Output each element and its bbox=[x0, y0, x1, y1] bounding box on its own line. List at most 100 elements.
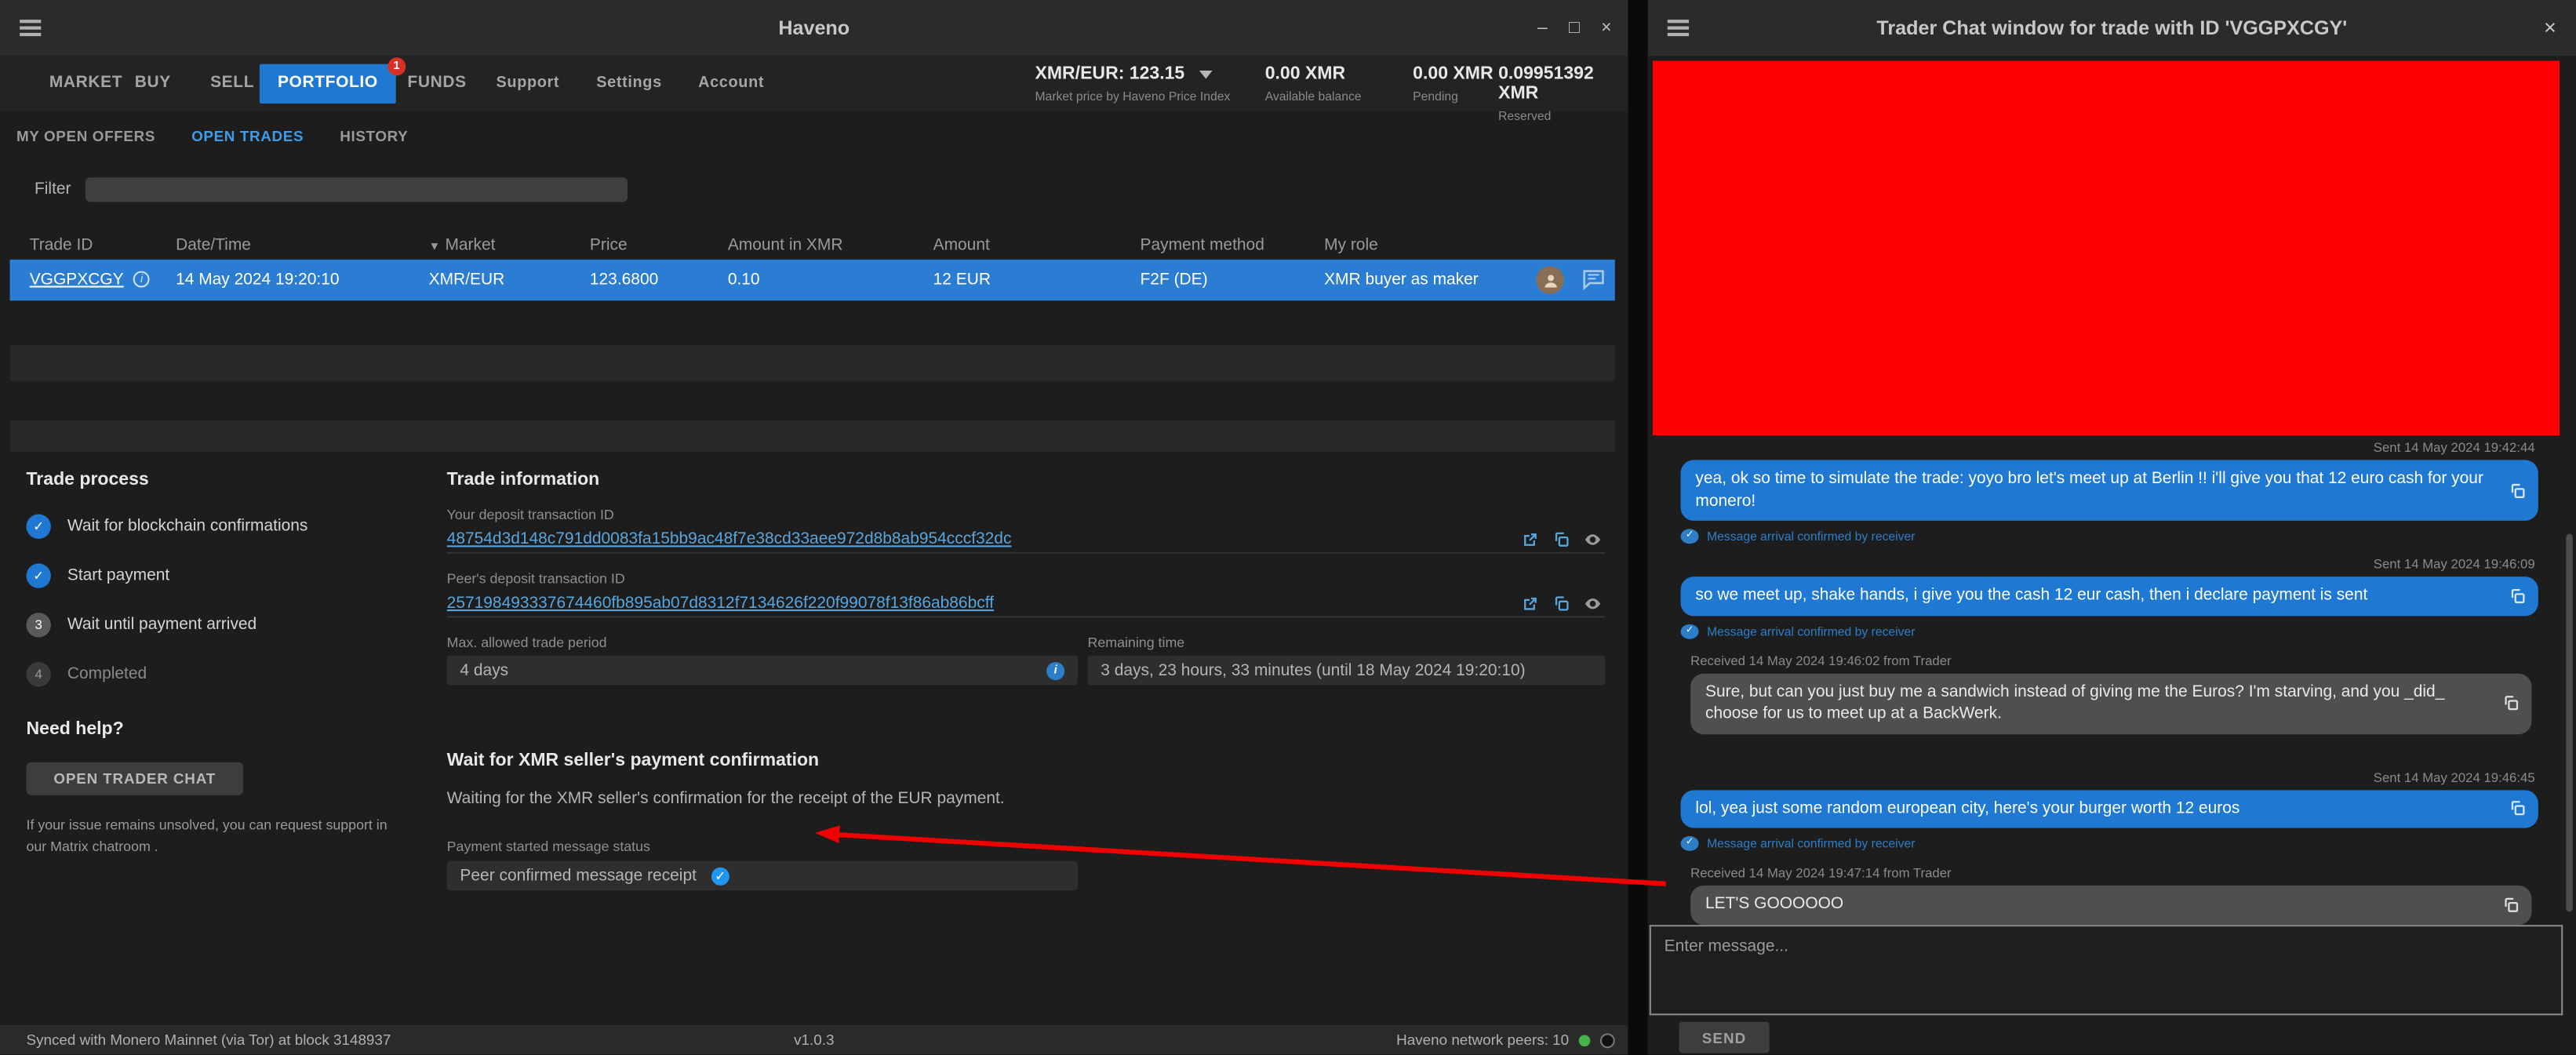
filter-input[interactable] bbox=[86, 177, 628, 202]
haveno-main-window: Haveno – □ × MARKET BUY SELL PORTFOLIO 1… bbox=[0, 0, 1628, 1055]
balance-pending-label: Pending bbox=[1413, 89, 1493, 104]
open-trader-chat-button[interactable]: OPEN TRADER CHAT bbox=[27, 762, 243, 795]
column-header-my-role[interactable]: My role bbox=[1324, 233, 1378, 260]
your-deposit-tx-link[interactable]: 48754d3d148c791dd0083fa15bb9ac48f7e38cd3… bbox=[447, 530, 1522, 548]
message-text: so we meet up, shake hands, i give you t… bbox=[1695, 587, 2367, 605]
ack-text: Message arrival confirmed by receiver bbox=[1707, 836, 1915, 851]
check-icon: ✓ bbox=[1681, 624, 1699, 638]
tab-my-open-offers[interactable]: MY OPEN OFFERS bbox=[16, 128, 155, 144]
info-icon[interactable]: i bbox=[1046, 661, 1064, 679]
empty-table-row bbox=[10, 420, 1615, 452]
message-input-container bbox=[1650, 925, 2563, 1015]
ack-text: Message arrival confirmed by receiver bbox=[1707, 624, 1915, 638]
trade-id-link[interactable]: VGGPXCGY bbox=[30, 271, 124, 289]
nav-market[interactable]: MARKET bbox=[49, 56, 122, 111]
payment-confirmation-text: Waiting for the XMR seller's confirmatio… bbox=[447, 790, 1606, 808]
message-text: Sure, but can you just buy me a sandwich… bbox=[1705, 682, 2444, 722]
message-timestamp: Sent 14 May 2024 19:46:45 bbox=[1650, 769, 2563, 784]
minimize-button[interactable]: – bbox=[1537, 18, 1548, 38]
copy-icon[interactable] bbox=[2509, 799, 2527, 817]
copy-icon[interactable] bbox=[1552, 530, 1570, 548]
step-completed: 4 Completed bbox=[27, 662, 434, 686]
balance-pending-value: 0.00 XMR bbox=[1413, 64, 1493, 84]
nav-support[interactable]: Support bbox=[497, 56, 560, 111]
copy-icon[interactable] bbox=[2502, 896, 2520, 914]
trade-information-panel: Trade information Your deposit transacti… bbox=[447, 470, 1606, 890]
peer-avatar[interactable] bbox=[1536, 266, 1564, 294]
peer-deposit-row: 257198493337674460fb895ab07d8312f7134626… bbox=[447, 591, 1606, 618]
close-button[interactable]: × bbox=[1601, 18, 1611, 38]
trade-information-heading: Trade information bbox=[447, 470, 1606, 489]
cell-market: XMR/EUR bbox=[429, 260, 505, 300]
column-header-datetime[interactable]: Date/Time bbox=[176, 233, 251, 260]
table-row[interactable]: VGGPXCGYi 14 May 2024 19:20:10 XMR/EUR 1… bbox=[10, 260, 1615, 300]
open-chat-icon[interactable] bbox=[1581, 266, 1609, 294]
sort-desc-icon: ▼ bbox=[429, 242, 441, 253]
column-header-trade-id[interactable]: Trade ID bbox=[30, 233, 93, 260]
copy-icon[interactable] bbox=[2509, 482, 2527, 500]
external-link-icon[interactable] bbox=[1521, 595, 1539, 613]
tab-open-trades[interactable]: OPEN TRADES bbox=[191, 128, 304, 144]
balance-available-value: 0.00 XMR bbox=[1265, 64, 1362, 84]
menu-icon[interactable] bbox=[1668, 20, 1689, 39]
chat-titlebar: Trader Chat window for trade with ID 'VG… bbox=[1648, 0, 2576, 56]
info-icon[interactable]: i bbox=[133, 271, 150, 288]
nav-portfolio[interactable]: PORTFOLIO 1 bbox=[260, 64, 396, 104]
cell-trade-id: VGGPXCGY i bbox=[30, 260, 150, 300]
nav-account[interactable]: Account bbox=[698, 56, 764, 111]
close-icon[interactable]: × bbox=[2544, 0, 2556, 56]
chat-message-sent: yea, ok so time to simulate the trade: y… bbox=[1681, 460, 2538, 520]
column-header-market[interactable]: ▼Market bbox=[429, 233, 496, 261]
person-icon bbox=[1540, 271, 1559, 290]
nav-funds[interactable]: FUNDS bbox=[407, 56, 466, 111]
step-label: Wait until payment arrived bbox=[67, 616, 257, 634]
copy-icon[interactable] bbox=[2502, 694, 2520, 712]
column-header-price[interactable]: Price bbox=[590, 233, 628, 260]
message-input[interactable] bbox=[1651, 926, 2561, 1013]
check-icon: ✓ bbox=[1681, 836, 1699, 851]
eye-icon[interactable] bbox=[1584, 530, 1602, 548]
nav-sell[interactable]: SELL bbox=[210, 56, 254, 111]
support-text: If your issue remains unsolved, you can … bbox=[27, 815, 408, 858]
cell-my-role: XMR buyer as maker bbox=[1324, 260, 1479, 300]
step-blockchain-confirmations: ✓ Wait for blockchain confirmations bbox=[27, 515, 434, 539]
market-price-selector[interactable]: XMR/EUR: 123.15 Market price by Haveno P… bbox=[1035, 64, 1230, 104]
cell-price: 123.6800 bbox=[590, 260, 658, 300]
peer-deposit-tx-link[interactable]: 257198493337674460fb895ab07d8312f7134626… bbox=[447, 595, 1522, 613]
tab-history[interactable]: HISTORY bbox=[340, 128, 408, 144]
message-text: LET'S GOOOOOO bbox=[1705, 895, 1843, 913]
balance-reserved: 0.09951392 XMR Reserved bbox=[1498, 64, 1628, 123]
redacted-region bbox=[1653, 60, 2560, 435]
step-start-payment: ✓ Start payment bbox=[27, 563, 434, 588]
nav-settings[interactable]: Settings bbox=[596, 56, 662, 111]
balance-available-label: Available balance bbox=[1265, 89, 1362, 104]
your-deposit-label: Your deposit transaction ID bbox=[447, 506, 1606, 522]
column-header-amount-xmr[interactable]: Amount in XMR bbox=[728, 233, 843, 260]
tor-icon[interactable] bbox=[1600, 1032, 1615, 1047]
column-header-amount[interactable]: Amount bbox=[933, 233, 990, 260]
chat-message-sent: lol, yea just some random european city,… bbox=[1681, 789, 2538, 828]
eye-icon[interactable] bbox=[1584, 595, 1602, 613]
column-header-payment-method[interactable]: Payment method bbox=[1141, 233, 1264, 260]
menu-icon[interactable] bbox=[20, 20, 41, 39]
step-label: Completed bbox=[67, 665, 147, 683]
chat-window-title: Trader Chat window for trade with ID 'VG… bbox=[1648, 0, 2576, 56]
chat-scrollbar[interactable] bbox=[2566, 534, 2572, 912]
cell-amount-xmr: 0.10 bbox=[728, 260, 760, 300]
balance-reserved-value: 0.09951392 XMR bbox=[1498, 64, 1628, 104]
external-link-icon[interactable] bbox=[1521, 530, 1539, 548]
portfolio-badge: 1 bbox=[387, 57, 406, 75]
send-button[interactable]: SEND bbox=[1679, 1022, 1769, 1053]
maximize-button[interactable]: □ bbox=[1569, 18, 1580, 38]
max-period-value: 4 days i bbox=[447, 656, 1078, 686]
nav-buy[interactable]: BUY bbox=[135, 56, 171, 111]
copy-icon[interactable] bbox=[2509, 587, 2527, 605]
copy-icon[interactable] bbox=[1552, 595, 1570, 613]
chevron-down-icon bbox=[1199, 70, 1213, 78]
filter-label: Filter bbox=[35, 180, 71, 198]
network-peers-text: Haveno network peers: 10 bbox=[1396, 1031, 1569, 1048]
remaining-time-label: Remaining time bbox=[1087, 634, 1184, 650]
trade-process-heading: Trade process bbox=[27, 470, 434, 489]
window-title: Haveno bbox=[0, 0, 1628, 56]
peer-deposit-label: Peer's deposit transaction ID bbox=[447, 570, 1606, 587]
